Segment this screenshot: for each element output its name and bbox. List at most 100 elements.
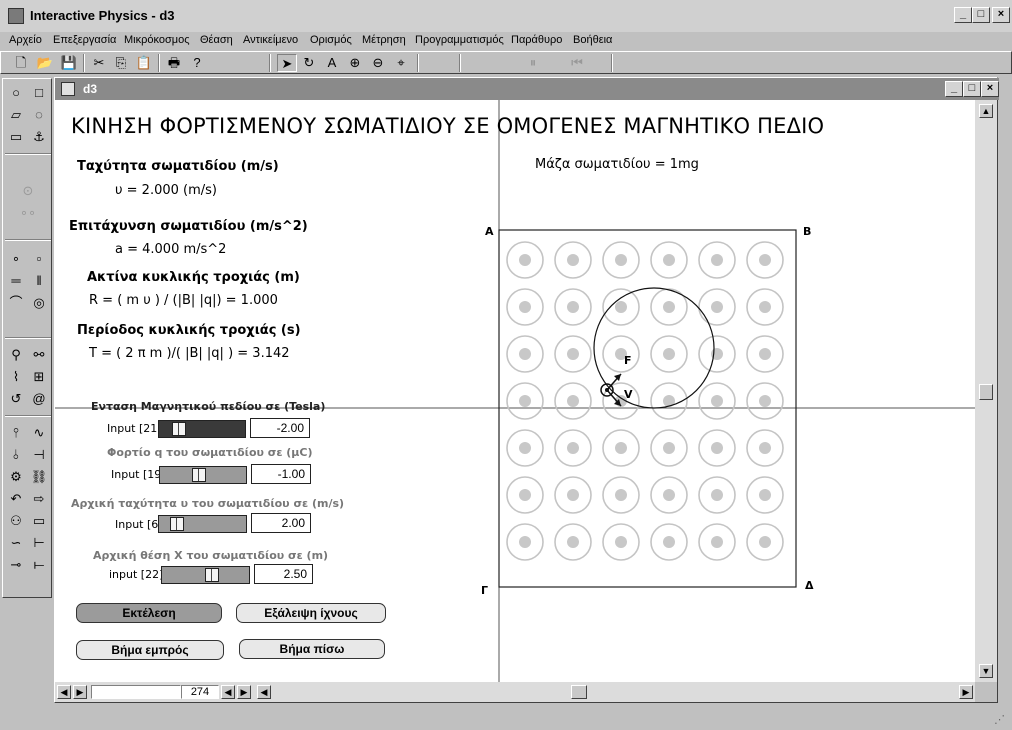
scroll-right-icon[interactable]: ▶: [959, 685, 973, 699]
menu-window[interactable]: Παράθυρο: [511, 34, 562, 46]
vertical-scroll-thumb[interactable]: [979, 384, 993, 400]
polygon-tool-icon[interactable]: ▱: [5, 105, 27, 125]
horizontal-slot-icon[interactable]: ═: [5, 271, 27, 291]
scroll-up-icon[interactable]: ▲: [979, 104, 993, 118]
meter-icon[interactable]: ⊸: [5, 555, 27, 575]
torque-icon[interactable]: ↶: [5, 489, 27, 509]
line-tool-icon[interactable]: ⟝: [28, 555, 50, 575]
curved-slot-icon[interactable]: ⌒: [5, 293, 27, 313]
slider-thumb[interactable]: [170, 517, 184, 531]
frame-counter[interactable]: 274: [181, 685, 219, 699]
save-icon[interactable]: 💾: [59, 54, 79, 72]
rotate-icon[interactable]: ↻: [299, 54, 319, 72]
frame-next-icon[interactable]: ▶: [73, 685, 87, 699]
cut-icon[interactable]: ✂: [89, 54, 109, 72]
minimize-button[interactable]: _: [954, 7, 972, 23]
spring-damper-icon[interactable]: ⫯: [5, 423, 27, 443]
paste-icon[interactable]: 📋: [134, 54, 154, 72]
field-strength-value[interactable]: -2.00: [250, 418, 310, 438]
menu-edit[interactable]: Επεξεργασία: [53, 34, 116, 46]
anchor-tool-icon[interactable]: ⚓: [28, 127, 50, 147]
rectangle-tool-icon[interactable]: □: [28, 83, 50, 103]
field-line-dot: [663, 489, 675, 501]
menu-measure[interactable]: Μέτρηση: [362, 34, 406, 46]
slider-thumb[interactable]: [192, 468, 206, 482]
motor-icon[interactable]: ⚇: [5, 511, 27, 531]
menu-file[interactable]: Αρχείο: [9, 34, 42, 46]
help-question-icon[interactable]: ?: [187, 54, 207, 72]
curve-wave-icon[interactable]: ∽: [5, 533, 27, 553]
actuator-icon[interactable]: ⫰: [5, 445, 27, 465]
close-button[interactable]: ×: [992, 7, 1010, 23]
text-tool-icon[interactable]: A: [322, 54, 342, 72]
pause-icon[interactable]: ⏸: [523, 54, 543, 72]
menu-world[interactable]: Μικρόκοσμος: [124, 34, 190, 46]
menu-view[interactable]: Θέαση: [200, 34, 233, 46]
doc-maximize-button[interactable]: □: [963, 81, 981, 97]
doc-close-button[interactable]: ×: [981, 81, 999, 97]
scroll-left-icon[interactable]: ◀: [257, 685, 271, 699]
initial-position-slider[interactable]: [161, 566, 250, 584]
rotational-damper-icon[interactable]: @: [28, 389, 50, 409]
vertical-slot-icon[interactable]: ‖: [28, 271, 50, 291]
damper-tool-icon[interactable]: ⊞: [28, 367, 50, 387]
simulation-canvas[interactable]: ΚΙΝΗΣΗ ΦΟΡΤΙΣΜΕΝΟΥ ΣΩΜΑΤΙΔΙΟΥ ΣΕ ΟΜΟΓΕΝΕ…: [55, 100, 975, 682]
menu-script[interactable]: Προγραμματισμός: [415, 34, 504, 46]
slider-thumb[interactable]: [205, 568, 219, 582]
initial-velocity-value[interactable]: 2.00: [251, 513, 311, 533]
frame-back-icon[interactable]: ◀: [221, 685, 235, 699]
force-arrow-icon[interactable]: ⇨: [28, 489, 50, 509]
rewind-icon[interactable]: ⏮: [567, 54, 587, 72]
new-file-icon[interactable]: 🗋: [11, 54, 31, 72]
field-strength-slider[interactable]: [158, 420, 246, 438]
frame-track[interactable]: [91, 685, 181, 699]
wave-spring-icon[interactable]: ∿: [28, 423, 50, 443]
slot-tool-icon[interactable]: ∘∘: [17, 203, 39, 223]
menu-help[interactable]: Βοήθεια: [573, 34, 612, 46]
gear-icon[interactable]: ⚙: [5, 467, 27, 487]
copy-icon[interactable]: ⎘: [111, 54, 131, 72]
initial-velocity-slider[interactable]: [158, 515, 247, 533]
zoom-out-icon[interactable]: ⊖: [368, 54, 388, 72]
step-back-button[interactable]: Βήμα πίσω: [239, 639, 385, 659]
slider-thumb[interactable]: [172, 422, 186, 436]
tool-separator: [5, 153, 51, 155]
open-folder-icon[interactable]: 📂: [35, 54, 55, 72]
doc-minimize-button[interactable]: _: [945, 81, 963, 97]
vertical-scrollbar[interactable]: ▲ ▼: [975, 100, 997, 682]
square-tool-icon[interactable]: ▭: [5, 127, 27, 147]
rotational-spring-icon[interactable]: ↺: [5, 389, 27, 409]
frame-first-icon[interactable]: ◀: [57, 685, 71, 699]
point-tool-icon[interactable]: ⊙: [17, 181, 39, 201]
rod-icon[interactable]: ▭: [28, 511, 50, 531]
linear-actuator-icon[interactable]: ⊣: [28, 445, 50, 465]
initial-position-value[interactable]: 2.50: [254, 564, 313, 584]
zoom-in-icon[interactable]: ⊕: [345, 54, 365, 72]
charge-slider[interactable]: [159, 466, 247, 484]
separator-tool-icon[interactable]: ⚯: [28, 345, 50, 365]
run-button[interactable]: Εκτέλεση: [76, 603, 222, 623]
step-forward-button[interactable]: Βήμα εμπρός: [76, 640, 224, 660]
zoom-fit-icon[interactable]: ⌖: [391, 54, 411, 72]
horizontal-scrollbar[interactable]: ◀ ▶ 274 ◀ ▶ ◀ ▶: [55, 682, 975, 702]
joint-icon[interactable]: ⊢: [28, 533, 50, 553]
charge-value[interactable]: -1.00: [251, 464, 311, 484]
menu-define[interactable]: Ορισμός: [310, 34, 352, 46]
arrow-pointer-icon[interactable]: ➤: [277, 54, 297, 72]
print-icon[interactable]: 🖶: [164, 54, 184, 72]
point-element-icon[interactable]: ∘: [5, 249, 27, 269]
menu-object[interactable]: Αντικείμενο: [243, 34, 298, 46]
pulley-icon[interactable]: ⛓: [28, 467, 50, 487]
curved-body-tool-icon[interactable]: ◌: [28, 105, 50, 125]
frame-forward-icon[interactable]: ▶: [237, 685, 251, 699]
erase-trace-button[interactable]: Εξάλειψη ίχνους: [236, 603, 386, 623]
horizontal-scroll-thumb[interactable]: [571, 685, 587, 699]
scroll-down-icon[interactable]: ▼: [979, 664, 993, 678]
spring-tool-icon[interactable]: ⌇: [5, 367, 27, 387]
circle-tool-icon[interactable]: ○: [5, 83, 27, 103]
resize-grip-icon[interactable]: ⋰: [994, 713, 1008, 727]
rope-tool-icon[interactable]: ⚲: [5, 345, 27, 365]
square-point-icon[interactable]: ▫: [28, 249, 50, 269]
pin-joint-icon[interactable]: ◎: [28, 293, 50, 313]
maximize-button[interactable]: □: [972, 7, 990, 23]
